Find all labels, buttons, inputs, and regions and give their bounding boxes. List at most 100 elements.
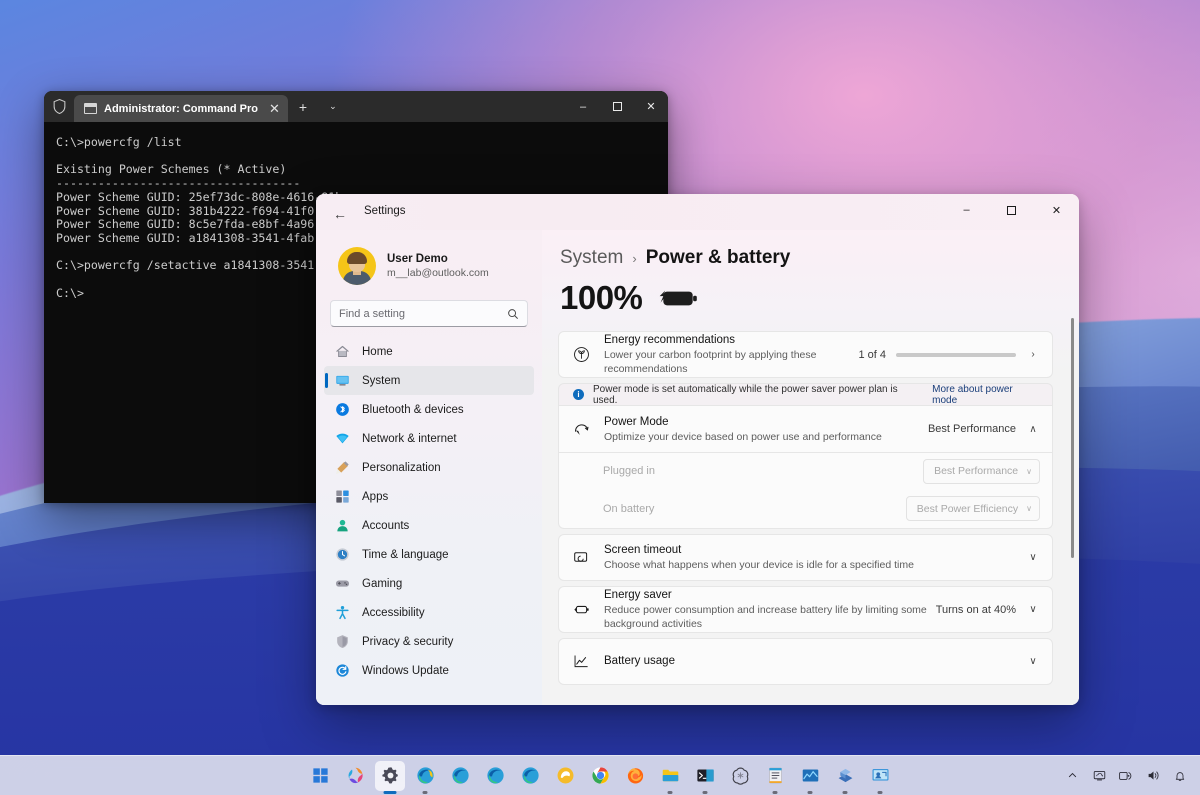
shield-icon bbox=[44, 91, 74, 122]
power-mode-info-banner: i Power mode is set automatically while … bbox=[558, 383, 1053, 406]
sidebar-item-windows-update[interactable]: Windows Update bbox=[324, 656, 534, 685]
user-profile[interactable]: User Demo m__lab@outlook.com bbox=[324, 230, 534, 292]
firefox-icon[interactable] bbox=[620, 761, 650, 791]
more-about-power-mode-link[interactable]: More about power mode bbox=[932, 384, 1040, 406]
tab-close-icon[interactable]: ✕ bbox=[269, 102, 280, 115]
power-mode-expanded-rows: Plugged inBest Performance∨ On battery Bes… bbox=[558, 453, 1053, 529]
chevron-down-icon[interactable]: ∨ bbox=[1026, 656, 1040, 667]
energy-saver-icon bbox=[573, 601, 599, 618]
sidebar-item-accessibility[interactable]: Accessibility bbox=[324, 598, 534, 627]
screen-timeout-icon bbox=[573, 549, 599, 566]
start-button[interactable] bbox=[305, 761, 335, 791]
sidebar-item-label: Apps bbox=[362, 491, 388, 503]
chevron-up-icon[interactable]: ∧ bbox=[1026, 424, 1040, 435]
remote-desktop-icon[interactable] bbox=[865, 761, 895, 791]
sidebar-item-label: Privacy & security bbox=[362, 636, 453, 648]
edge-beta-icon[interactable] bbox=[480, 761, 510, 791]
power-mode-subtitle: Optimize your device based on power use … bbox=[604, 430, 928, 444]
energy-progress-label: 1 of 4 bbox=[858, 349, 886, 361]
power-mode-row-plugged-in: Plugged inBest Performance∨ bbox=[558, 453, 1053, 489]
task-manager-icon[interactable] bbox=[795, 761, 825, 791]
taskbar-running-indicator bbox=[668, 791, 673, 794]
edge-canary-icon[interactable] bbox=[410, 761, 440, 791]
network-battery-icon[interactable] bbox=[1114, 763, 1138, 789]
search-input[interactable] bbox=[339, 308, 507, 320]
card-title: Energy saver bbox=[604, 588, 936, 603]
screen-timeout-card[interactable]: Screen timeoutChoose what happens when y… bbox=[558, 534, 1053, 581]
sidebar-item-label: Personalization bbox=[362, 462, 441, 474]
energy-saver-card[interactable]: Energy saverReduce power consumption and… bbox=[558, 586, 1053, 633]
chevron-down-icon: ∨ bbox=[1026, 504, 1032, 513]
sidebar-item-home[interactable]: Home bbox=[324, 337, 534, 366]
profile-name: User Demo bbox=[387, 252, 489, 266]
energy-progress: 1 of 4 bbox=[858, 349, 1016, 361]
terminal-minimize-button[interactable]: – bbox=[566, 91, 600, 122]
sidebar-item-apps[interactable]: Apps bbox=[324, 482, 534, 511]
edge-legacy-icon[interactable] bbox=[550, 761, 580, 791]
energy-progress-track bbox=[896, 353, 1016, 357]
chevron-right-icon[interactable]: › bbox=[1026, 349, 1040, 360]
sidebar-item-system[interactable]: System bbox=[324, 366, 534, 395]
chevron-down-icon[interactable]: ∨ bbox=[1026, 604, 1040, 615]
edge-dev-icon[interactable] bbox=[515, 761, 545, 791]
sidebar-item-bluetooth-devices[interactable]: Bluetooth & devices bbox=[324, 395, 534, 424]
power-mode-row-select[interactable]: Best Performance∨ bbox=[923, 459, 1040, 484]
profile-email: m__lab@outlook.com bbox=[387, 266, 489, 280]
notepad-icon[interactable] bbox=[760, 761, 790, 791]
settings-icon[interactable] bbox=[375, 761, 405, 791]
chrome-icon[interactable] bbox=[585, 761, 615, 791]
notifications-bell-icon[interactable] bbox=[1168, 763, 1192, 789]
terminal-tab[interactable]: Administrator: Command Pro ✕ bbox=[74, 95, 288, 122]
sidebar-item-privacy-security[interactable]: Privacy & security bbox=[324, 627, 534, 656]
card-value: Turns on at 40% bbox=[936, 604, 1016, 616]
terminal-close-button[interactable]: ✕ bbox=[634, 91, 668, 122]
copilot-icon[interactable] bbox=[340, 761, 370, 791]
power-mode-row-value: Best Performance bbox=[934, 465, 1018, 477]
volume-icon[interactable] bbox=[1141, 763, 1165, 789]
taskbar-running-indicator bbox=[773, 791, 778, 794]
update-icon bbox=[334, 663, 350, 679]
settings-window[interactable]: ← Settings – ✕ User Demo m__lab bbox=[316, 194, 1079, 705]
weather-icon[interactable] bbox=[1087, 763, 1111, 789]
chevron-down-icon[interactable]: ⌄ bbox=[318, 91, 348, 122]
print-3d-icon[interactable] bbox=[830, 761, 860, 791]
power-mode-row-select[interactable]: Best Power Efficiency ∨ bbox=[906, 496, 1040, 521]
power-mode-card[interactable]: Power Mode Optimize your device based on… bbox=[558, 406, 1053, 453]
file-explorer-icon[interactable] bbox=[655, 761, 685, 791]
search-box[interactable] bbox=[330, 300, 528, 327]
power-mode-title: Power Mode bbox=[604, 415, 928, 430]
chatgpt-icon[interactable] bbox=[725, 761, 755, 791]
settings-minimize-button[interactable]: – bbox=[944, 194, 989, 226]
battery-usage-card[interactable]: Battery usage∨ bbox=[558, 638, 1053, 685]
card-subtitle: Choose what happens when your device is … bbox=[604, 558, 1026, 572]
energy-recommendations-subtitle: Lower your carbon footprint by applying … bbox=[604, 348, 858, 376]
card-subtitle: Reduce power consumption and increase ba… bbox=[604, 603, 936, 631]
sidebar-item-gaming[interactable]: Gaming bbox=[324, 569, 534, 598]
terminal-titlebar[interactable]: Administrator: Command Pro ✕ + ⌄ – ✕ bbox=[44, 91, 668, 122]
show-hidden-icons-button[interactable] bbox=[1060, 763, 1084, 789]
back-button[interactable]: ← bbox=[330, 204, 350, 224]
shield-icon bbox=[334, 634, 350, 650]
console-icon bbox=[84, 103, 97, 114]
chevron-down-icon[interactable]: ∨ bbox=[1026, 552, 1040, 563]
settings-titlebar[interactable]: ← Settings – ✕ bbox=[316, 194, 1079, 230]
terminal-maximize-button[interactable] bbox=[600, 91, 634, 122]
system-tray bbox=[1060, 763, 1192, 789]
power-mode-row-value: Best Power Efficiency bbox=[917, 503, 1018, 515]
search-icon bbox=[507, 308, 519, 320]
new-tab-button[interactable]: + bbox=[288, 91, 318, 122]
sidebar-item-personalization[interactable]: Personalization bbox=[324, 453, 534, 482]
terminal-icon[interactable] bbox=[690, 761, 720, 791]
settings-maximize-button[interactable] bbox=[989, 194, 1034, 226]
content-scrollbar[interactable] bbox=[1071, 318, 1074, 558]
energy-recommendations-card[interactable]: Energy recommendations Lower your carbon… bbox=[558, 331, 1053, 378]
breadcrumb-parent[interactable]: System bbox=[560, 247, 623, 269]
clock-icon bbox=[334, 547, 350, 563]
power-mode-row-label: On battery bbox=[603, 503, 654, 515]
sidebar-item-accounts[interactable]: Accounts bbox=[324, 511, 534, 540]
sidebar-item-network-internet[interactable]: Network & internet bbox=[324, 424, 534, 453]
edge-icon[interactable] bbox=[445, 761, 475, 791]
settings-close-button[interactable]: ✕ bbox=[1034, 194, 1079, 226]
taskbar-running-indicator bbox=[423, 791, 428, 794]
sidebar-item-time-language[interactable]: Time & language bbox=[324, 540, 534, 569]
